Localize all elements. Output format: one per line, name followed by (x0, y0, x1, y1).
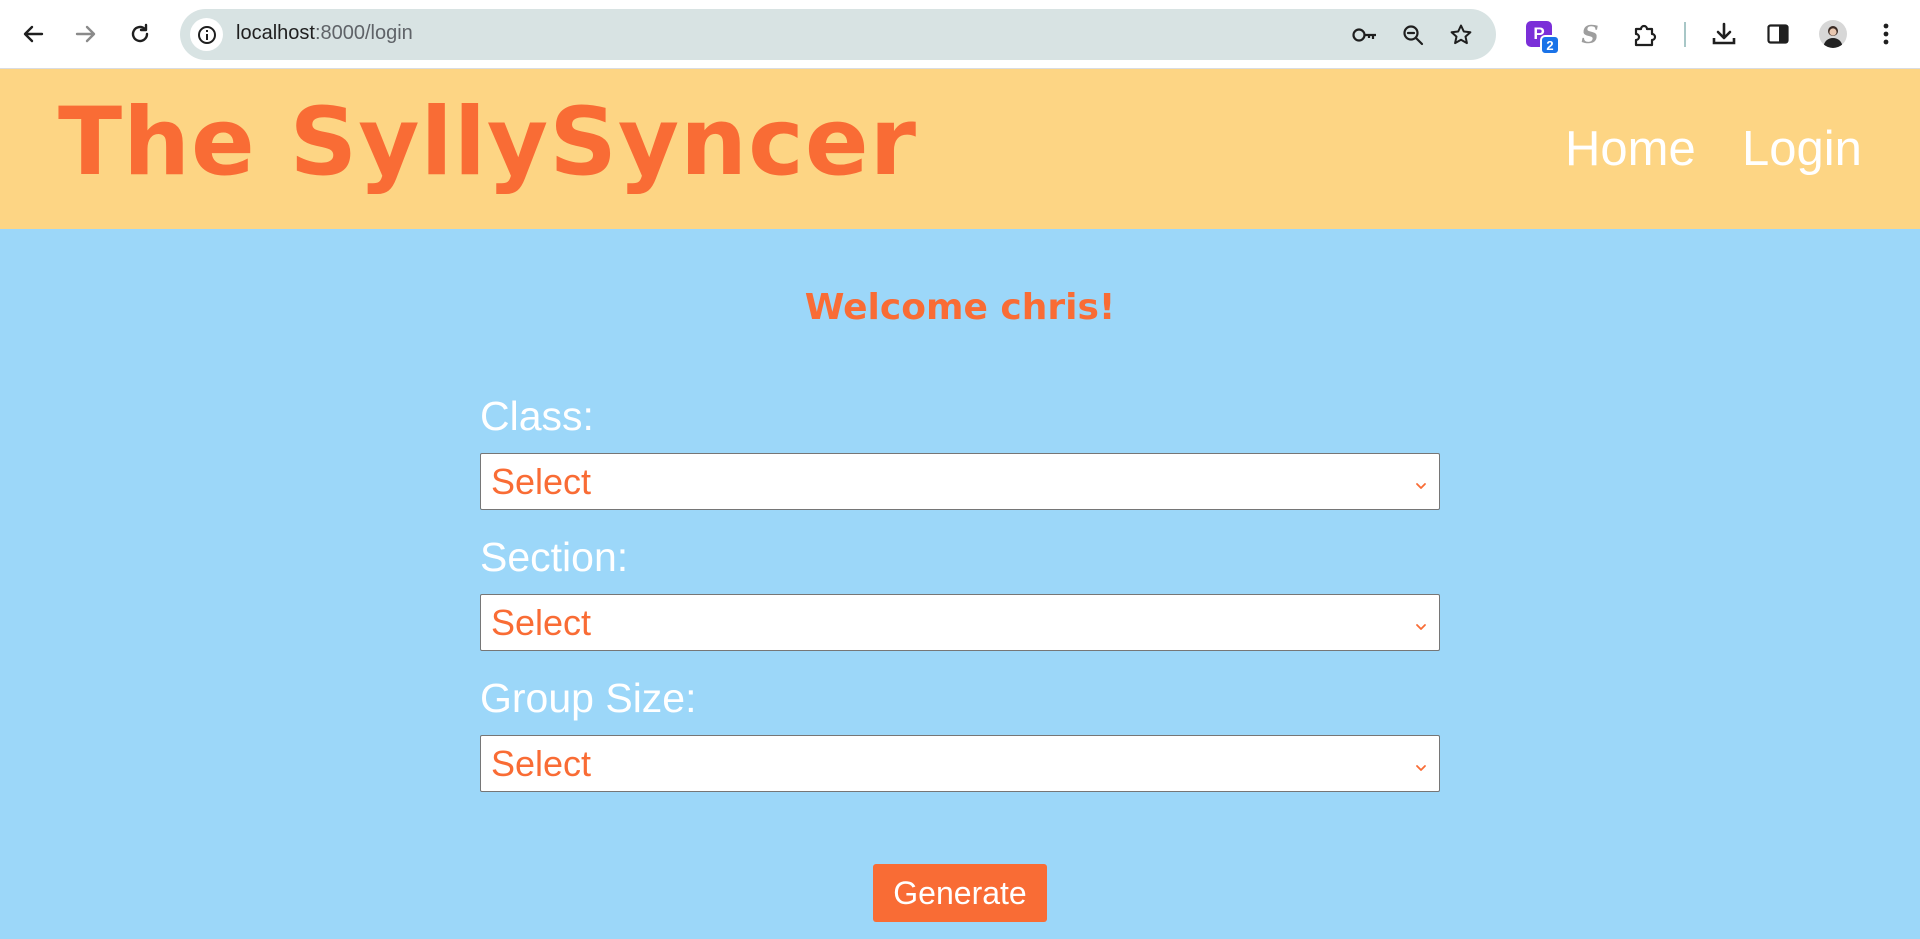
extension-badge: 2 (1540, 35, 1560, 55)
chevron-down-icon (1415, 477, 1427, 495)
site-header: The SyllySyncer Home Login (0, 69, 1920, 229)
welcome-message: Welcome chris! (804, 287, 1116, 328)
url-host: localhost (236, 22, 315, 44)
zoom-icon[interactable] (1399, 21, 1427, 49)
class-select-value: Select (491, 461, 592, 502)
main-content: Welcome chris! Class: Select Section: Se… (0, 229, 1920, 939)
extension-s-letter: S (1581, 19, 1599, 49)
extension-p-icon[interactable]: P2 (1522, 17, 1560, 55)
nav-login-link[interactable]: Login (1742, 121, 1862, 177)
download-icon[interactable] (1707, 17, 1741, 51)
star-icon[interactable] (1447, 21, 1475, 49)
url-path: :8000/login (314, 22, 413, 44)
side-panel-icon[interactable] (1761, 17, 1795, 51)
url-text[interactable]: localhost:8000/login (236, 22, 413, 45)
forward-icon[interactable] (68, 16, 104, 52)
section-select[interactable]: Select (480, 594, 1440, 651)
generate-button[interactable]: Generate (873, 864, 1047, 922)
section-select-value: Select (491, 602, 592, 643)
browser-toolbar: localhost:8000/login P2 S (0, 0, 1920, 69)
section-label: Section: (480, 534, 629, 580)
address-bar[interactable]: localhost:8000/login (180, 9, 1496, 60)
site-title: The SyllySyncer (58, 88, 917, 197)
avatar[interactable] (1816, 17, 1850, 51)
key-icon[interactable] (1351, 21, 1379, 49)
group-size-select[interactable]: Select (480, 735, 1440, 792)
kebab-menu-icon[interactable] (1869, 17, 1903, 51)
back-icon[interactable] (15, 16, 51, 52)
group-size-label: Group Size: (480, 675, 697, 721)
chevron-down-icon (1415, 759, 1427, 777)
site-info-icon[interactable] (190, 18, 223, 51)
puzzle-icon[interactable] (1628, 17, 1662, 51)
chevron-down-icon (1415, 618, 1427, 636)
extension-s-icon[interactable]: S (1573, 17, 1607, 51)
class-select[interactable]: Select (480, 453, 1440, 510)
class-label: Class: (480, 393, 594, 439)
nav-home-link[interactable]: Home (1565, 121, 1696, 177)
reload-icon[interactable] (122, 16, 158, 52)
group-size-select-value: Select (491, 743, 592, 784)
toolbar-divider (1684, 22, 1686, 47)
